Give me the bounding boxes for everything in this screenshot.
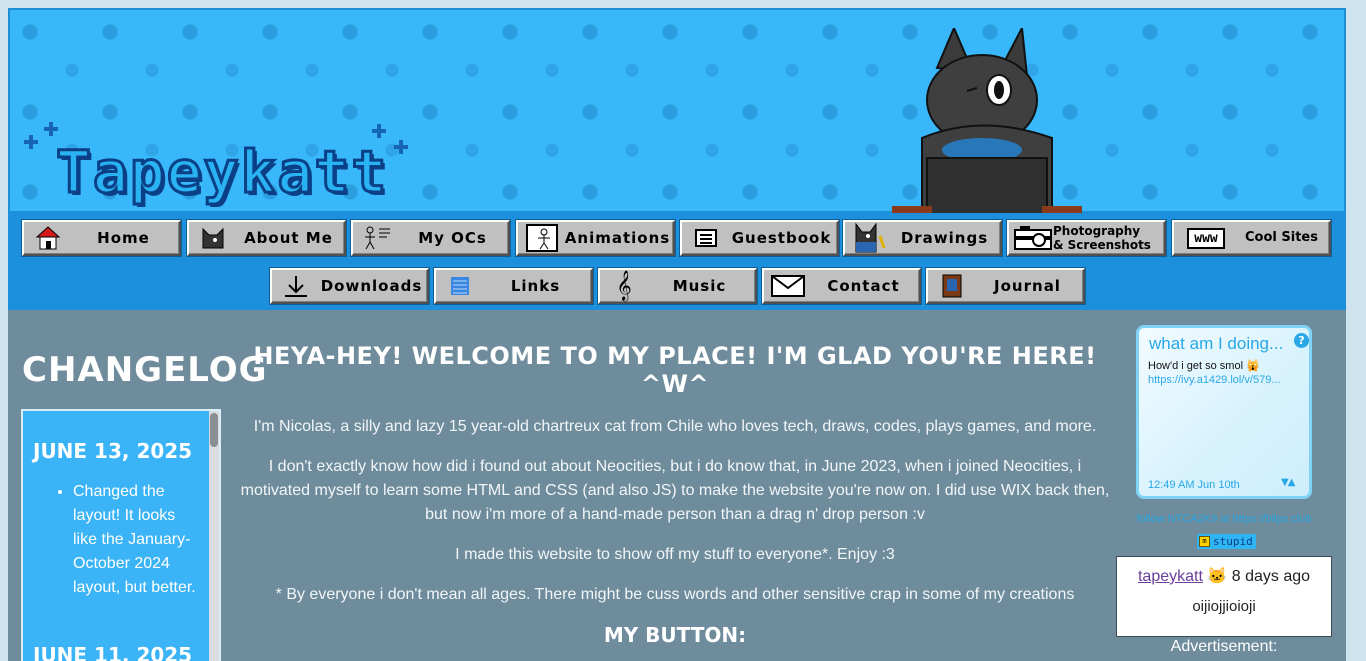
nav-label: Downloads <box>320 277 423 295</box>
status-nav-arrows-icon[interactable]: ▼▲ <box>1281 477 1295 488</box>
nav-label: Music <box>672 277 727 295</box>
comment-body: oijiojjioioji <box>1192 598 1256 615</box>
intro-paragraph: I don't exactly know how did i found out… <box>240 458 1110 523</box>
stupid-badge[interactable]: m stupid <box>1197 534 1256 549</box>
intro-paragraph: I made this website to show off my stuff… <box>455 546 895 563</box>
changelog-scroll-thumb[interactable] <box>210 413 218 447</box>
nav-label: Home <box>97 229 150 247</box>
nav-links-button[interactable]: Links <box>434 268 593 304</box>
envelope-icon <box>768 271 808 301</box>
changelog-panel[interactable]: JUNE 13, 2025 Changed the layout! It loo… <box>21 409 221 661</box>
nav-label: Guestbook <box>731 229 832 247</box>
link-list-icon <box>440 271 480 301</box>
nav-label: Animations <box>564 229 671 247</box>
changelog-entry-date: JUNE 11, 2025 <box>33 643 193 661</box>
changelog-title: CHANGELOG <box>22 350 268 390</box>
treble-clef-icon: 𝄞 <box>616 270 632 301</box>
nav-drawings-button[interactable]: Drawings <box>843 220 1002 256</box>
sparkle-icon <box>44 122 58 136</box>
nav-label: Drawings <box>900 229 989 247</box>
site-logo[interactable]: Tapeykatt <box>54 137 388 208</box>
status-text: How'd i get so smol 🙀 https://ivy.a1429.… <box>1148 359 1308 387</box>
badge-icon: m <box>1199 536 1210 547</box>
journal-book-icon <box>932 271 972 301</box>
content-area: CHANGELOG JUNE 13, 2025 Changed the layo… <box>8 310 1346 661</box>
advertisement-label: Advertisement: <box>1170 638 1278 655</box>
changelog-scrollbar[interactable] <box>209 411 219 661</box>
nav-about-me-button[interactable]: About Me <box>187 220 346 256</box>
page-frame: Tapeykatt Home About Me My OCs Animation… <box>8 8 1346 661</box>
status-message: How'd i get so smol 🙀 <box>1148 360 1260 372</box>
cat-emoji-icon: 🐱 <box>1207 568 1228 585</box>
nav-photography-button[interactable]: Photography & Screenshots <box>1007 220 1166 256</box>
changelog-entry-item: Changed the layout! It looks like the Ja… <box>73 480 203 600</box>
nav-label: Photography & Screenshots <box>1053 224 1151 252</box>
nav-label: About Me <box>244 229 333 247</box>
nav-label: My OCs <box>418 229 487 247</box>
cat-face-icon <box>193 223 233 253</box>
comment-box: tapeykatt 🐱 8 days ago oijiojjioioji <box>1116 556 1332 637</box>
changelog-entry-date: JUNE 13, 2025 <box>33 439 193 463</box>
camera-icon <box>1013 223 1053 253</box>
nav-animations-button[interactable]: Animations <box>516 220 675 256</box>
disclaimer-paragraph: * By everyone i don't mean all ages. The… <box>275 586 1075 603</box>
sparkle-icon <box>394 140 408 154</box>
comment-user-link[interactable]: tapeykatt <box>1138 568 1203 585</box>
nav-guestbook-button[interactable]: Guestbook <box>680 220 839 256</box>
nav-downloads-button[interactable]: Downloads <box>270 268 429 304</box>
nav-label: Cool Sites <box>1245 230 1318 245</box>
www-icon: www <box>1178 223 1234 253</box>
nav-label: Links <box>510 277 561 295</box>
cat-at-computer-illustration <box>892 28 1082 215</box>
main-navigation: Home About Me My OCs Animations Guestboo… <box>8 213 1346 310</box>
my-button-heading: MY BUTTON: <box>603 623 747 647</box>
house-icon <box>28 223 68 253</box>
nav-home-button[interactable]: Home <box>22 220 181 256</box>
intro-paragraph: I'm Nicolas, a silly and lazy 15 year-ol… <box>253 418 1097 435</box>
sparkle-icon <box>372 124 386 138</box>
changelog-entry-list: Changed the layout! It looks like the Ja… <box>33 480 203 600</box>
welcome-heading: HEYA-HEY! WELCOME TO MY PLACE! I'M GLAD … <box>253 342 1097 398</box>
nav-label: Journal <box>994 277 1061 295</box>
welcome-section: HEYA-HEY! WELCOME TO MY PLACE! I'M GLAD … <box>240 342 1110 647</box>
status-timestamp: 12:49 AM Jun 10th <box>1148 479 1240 491</box>
nav-my-ocs-button[interactable]: My OCs <box>351 220 510 256</box>
status-widget: what am I doing... ? How'd i get so smol… <box>1136 325 1312 499</box>
badge-label: stupid <box>1213 535 1253 548</box>
site-banner: Tapeykatt <box>8 8 1346 215</box>
nav-contact-button[interactable]: Contact <box>762 268 921 304</box>
help-icon[interactable]: ? <box>1294 333 1309 348</box>
animation-frame-icon <box>522 223 562 253</box>
comment-header: tapeykatt 🐱 8 days ago <box>1117 566 1331 586</box>
stick-figure-icon <box>357 223 397 253</box>
nav-journal-button[interactable]: Journal <box>926 268 1085 304</box>
notebook-icon <box>686 223 726 253</box>
www-icon-text: www <box>1187 227 1225 249</box>
status-follow-link[interactable]: follow NTCA2K9 at https://blips.club <box>1128 513 1320 525</box>
download-arrow-icon <box>276 271 316 301</box>
comment-time: 8 days ago <box>1231 568 1311 585</box>
sparkle-icon <box>24 135 38 149</box>
status-link[interactable]: https://ivy.a1429.lol/v/579... <box>1148 374 1280 386</box>
nav-music-button[interactable]: 𝄞 Music <box>598 268 757 304</box>
nav-cool-sites-button[interactable]: www Cool Sites <box>1172 220 1331 256</box>
nav-label: Contact <box>827 277 900 295</box>
cat-drawing-icon <box>849 222 889 253</box>
status-title: what am I doing... <box>1149 334 1284 353</box>
